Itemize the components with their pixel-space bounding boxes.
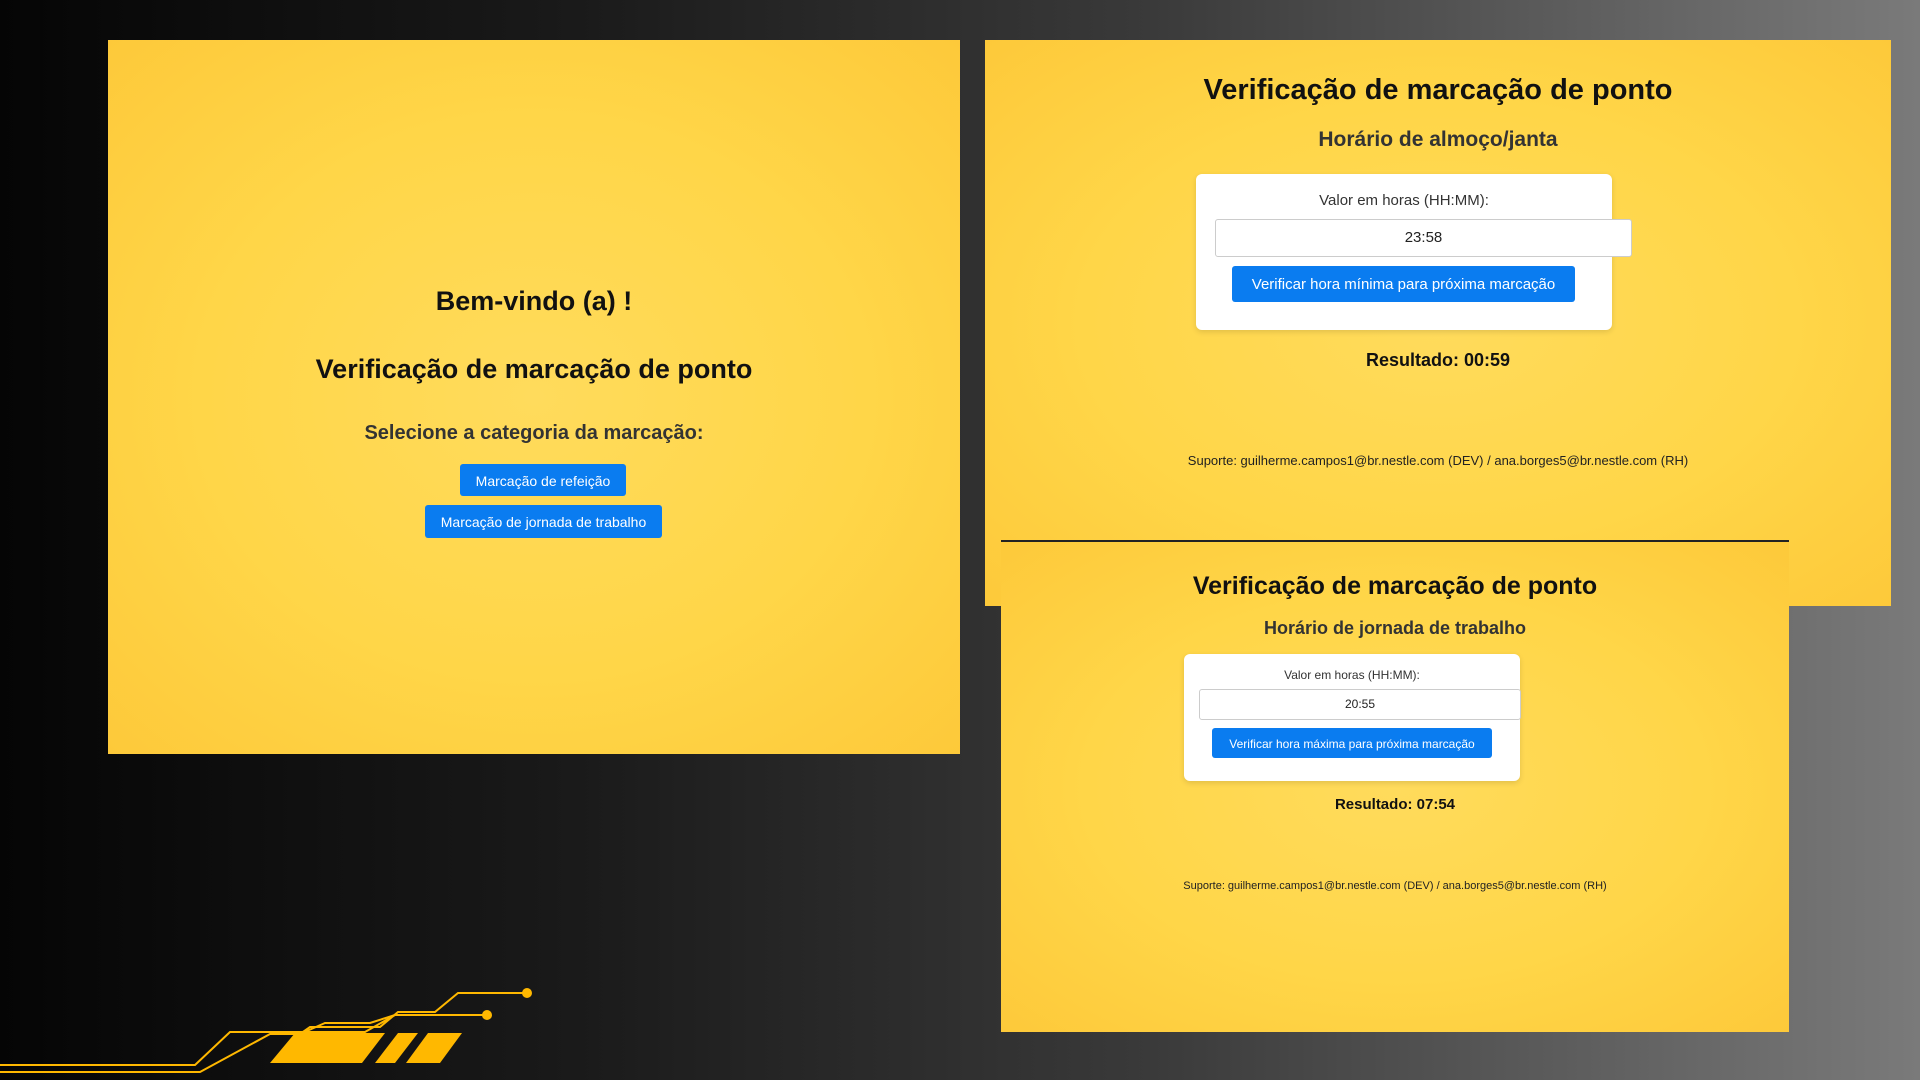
verify-max-hour-button[interactable]: Verificar hora máxima para próxima marca…	[1212, 728, 1492, 758]
category-prompt: Selecione a categoria da marcação:	[364, 422, 704, 444]
hours-form-card: Valor em horas (HH:MM): 23:58 Verificar …	[1196, 174, 1632, 330]
page-subtitle: Horário de jornada de trabalho	[1263, 618, 1527, 638]
circuit-decoration	[0, 988, 532, 1073]
page-title: Verificação de marcação de ponto	[1203, 74, 1673, 106]
page-title: Verificação de marcação de ponto	[315, 354, 753, 384]
workday-marking-button[interactable]: Marcação de jornada de trabalho	[425, 505, 662, 538]
hours-form-card: Valor em horas (HH:MM): 20:55 Verificar …	[1184, 654, 1521, 781]
hours-input[interactable]: 20:55	[1199, 689, 1521, 720]
hours-label: Valor em horas (HH:MM):	[1284, 668, 1420, 682]
support-contacts: Suporte: guilherme.campos1@br.nestle.com…	[1183, 880, 1607, 892]
workday-check-screen: Verificação de marcação de ponto Horário…	[1001, 540, 1789, 1032]
hours-input[interactable]: 23:58	[1215, 219, 1632, 257]
home-screen: Bem-vindo (a) ! Verificação de marcação …	[108, 40, 960, 754]
page-subtitle: Horário de almoço/janta	[1318, 128, 1558, 151]
result-text: Resultado: 07:54	[1334, 796, 1456, 813]
welcome-heading: Bem-vindo (a) !	[435, 286, 633, 316]
support-contacts: Suporte: guilherme.campos1@br.nestle.com…	[1187, 453, 1689, 468]
verify-min-hour-button[interactable]: Verificar hora mínima para próxima marca…	[1232, 266, 1575, 302]
meal-marking-button[interactable]: Marcação de refeição	[460, 464, 626, 496]
hours-label: Valor em horas (HH:MM):	[1319, 192, 1489, 209]
page-title: Verificação de marcação de ponto	[1192, 572, 1598, 600]
result-text: Resultado: 00:59	[1365, 350, 1511, 370]
meal-check-screen: Verificação de marcação de ponto Horário…	[985, 40, 1891, 606]
